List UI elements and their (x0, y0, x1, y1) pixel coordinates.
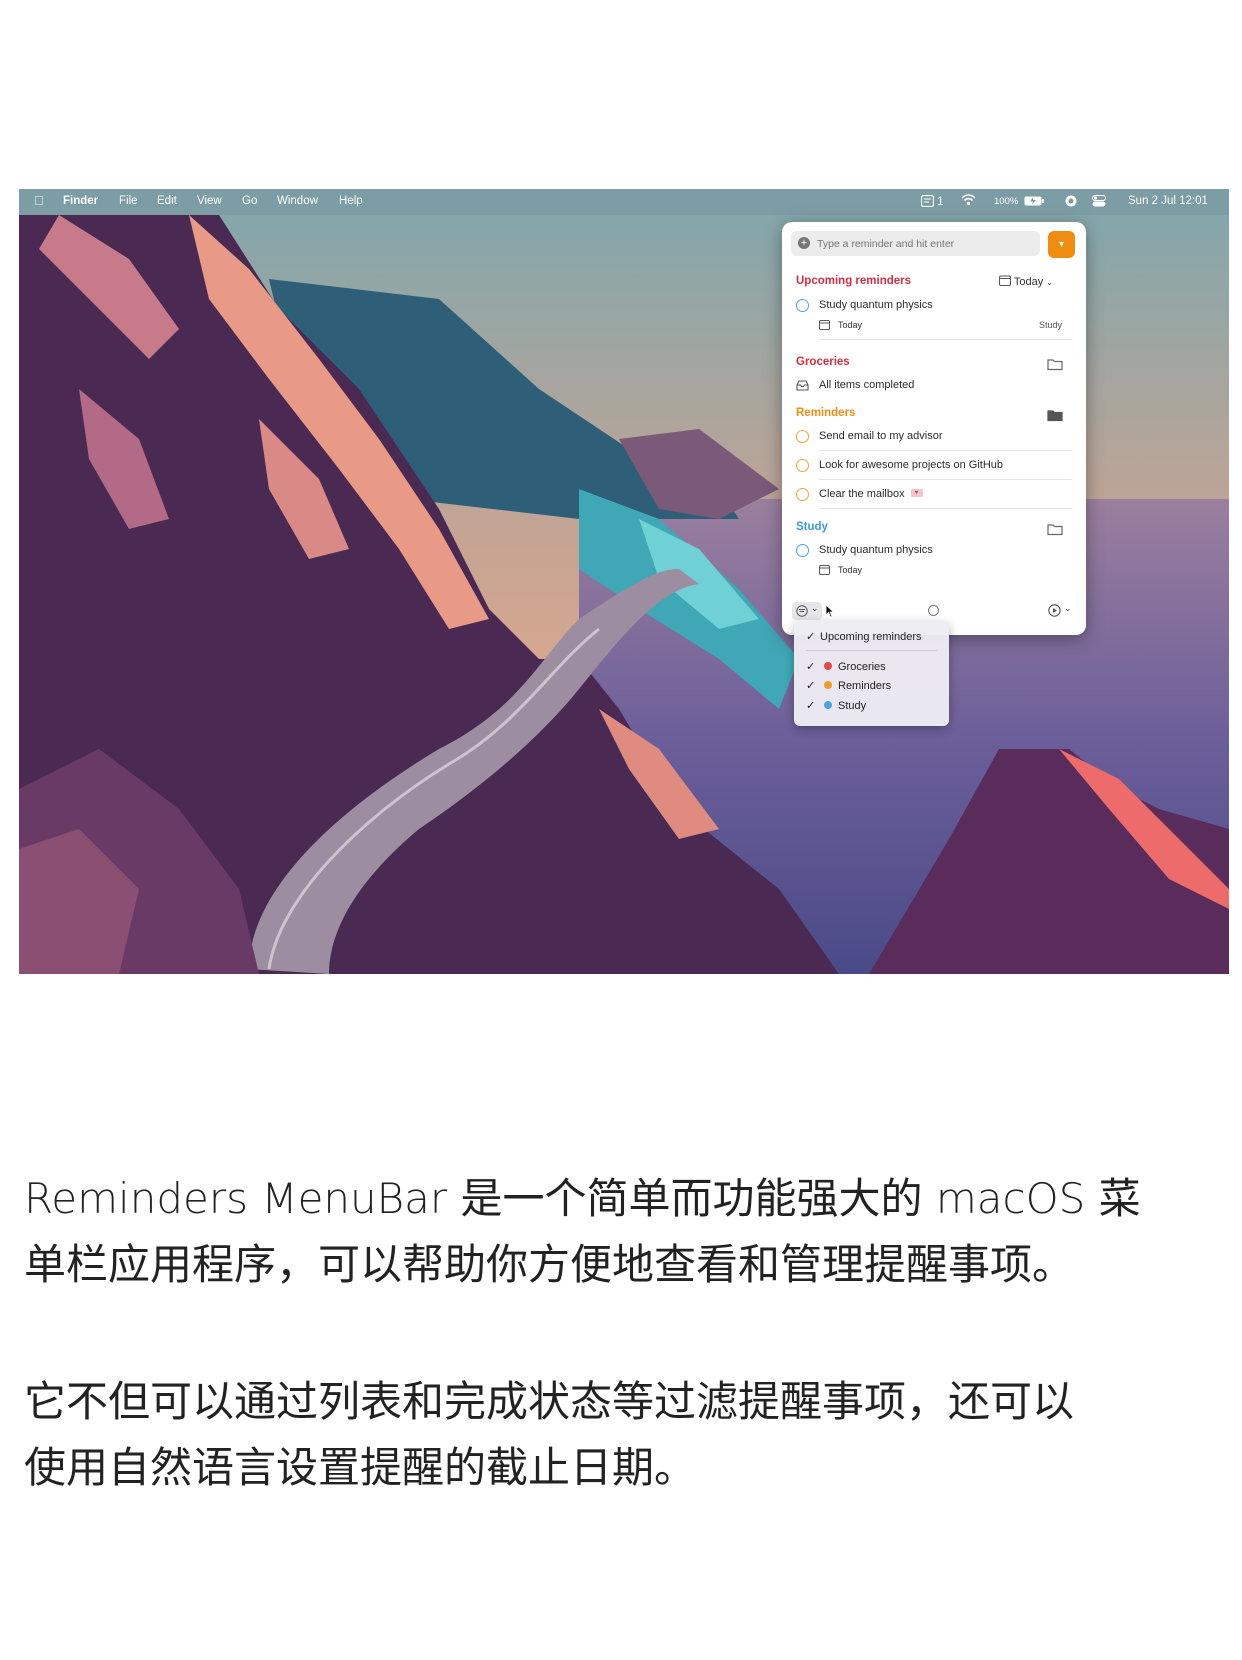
reminders-menubar-item[interactable]: 1 (920, 194, 944, 208)
reminders-color-dot (824, 681, 832, 689)
menu-edit[interactable]: Edit (157, 195, 177, 207)
reminders-section-title: Reminders (796, 407, 856, 419)
folder-icon[interactable] (1047, 357, 1063, 371)
menu-bar:  Finder File Edit View Go Window Help 1… (19, 189, 1229, 215)
menu-go[interactable]: Go (242, 195, 257, 207)
divider (819, 450, 1072, 451)
divider (819, 479, 1072, 480)
filter-option-upcoming[interactable]: ✓ Upcoming reminders (806, 630, 921, 643)
menu-window[interactable]: Window (277, 195, 318, 207)
checkmark-icon: ✓ (806, 680, 816, 692)
apple-icon[interactable]:  (34, 193, 44, 208)
reminder-title[interactable]: Send email to my advisor (819, 430, 943, 442)
love-letter-icon: ♥ (910, 489, 923, 497)
reminder-title-text: Clear the mailbox (819, 488, 905, 500)
folder-icon[interactable] (1047, 522, 1063, 536)
reminders-list-icon (920, 194, 935, 208)
divider (806, 650, 937, 651)
study-color-dot (824, 701, 832, 709)
menu-help[interactable]: Help (339, 195, 363, 207)
divider (819, 508, 1072, 509)
calendar-icon (819, 565, 830, 575)
caption-line: 单栏应用程序，可以帮助你方便地查看和管理提醒事项。 (24, 1240, 1075, 1289)
filter-option-label: Groceries (838, 661, 886, 673)
caption-paragraph-2: 它不但可以通过列表和完成状态等过滤提醒事项，还可以 使用自然语言设置提醒的截止日… (24, 1369, 1224, 1501)
reminder-checkbox[interactable] (796, 544, 809, 557)
status-indicator (928, 605, 939, 616)
groceries-section-title: Groceries (796, 356, 850, 368)
upcoming-filter-dropdown[interactable]: Today ⌄ (999, 275, 1053, 288)
filter-option-study[interactable]: ✓ Study (806, 699, 866, 712)
filter-option-reminders[interactable]: ✓ Reminders (806, 679, 891, 692)
folder-filled-icon[interactable] (1047, 408, 1063, 422)
battery-icon[interactable] (1024, 196, 1044, 209)
checkmark-icon: ✓ (806, 700, 816, 712)
screenshot:  Finder File Edit View Go Window Help 1… (19, 189, 1229, 974)
upcoming-section-title: Upcoming reminders (796, 275, 912, 287)
filter-option-label: Upcoming reminders (820, 631, 922, 643)
reminder-title[interactable]: Study quantum physics (819, 544, 933, 556)
caption-paragraph-1: Reminders MenuBar 是一个简单而功能强大的 macOS 菜 单栏… (24, 1166, 1224, 1298)
battery-percent: 100% (994, 196, 1019, 207)
menu-app-finder[interactable]: Finder (63, 195, 98, 207)
caption-line: 它不但可以通过列表和完成状态等过滤提醒事项，还可以 (24, 1377, 1075, 1426)
new-reminder-input[interactable] (817, 234, 1032, 253)
groceries-status: All items completed (819, 379, 915, 391)
chevron-down-icon: ⌄ (811, 603, 819, 613)
checkmark-icon: ✓ (806, 661, 816, 673)
filter-option-label: Reminders (838, 680, 892, 692)
reminder-title[interactable]: Look for awesome projects on GitHub (819, 459, 1003, 471)
reminder-checkbox[interactable] (796, 459, 809, 472)
pointer-cursor-icon (825, 604, 835, 618)
calendar-icon (819, 320, 830, 330)
reminder-due-date: Today (838, 565, 863, 575)
clock[interactable]: Sun 2 Jul 12:01 (1128, 195, 1208, 207)
caption-line: Reminders MenuBar 是一个简单而功能强大的 macOS 菜 (24, 1174, 1141, 1223)
reminder-checkbox[interactable] (796, 430, 809, 443)
filter-option-label: Study (838, 700, 867, 712)
settings-icon (1048, 604, 1061, 617)
plus-icon: + (798, 237, 810, 249)
reminder-list-tag: Study (1038, 320, 1062, 330)
settings-menu-button[interactable]: ⌄ (1048, 603, 1076, 619)
new-reminder-field[interactable]: + (791, 231, 1040, 256)
menu-file[interactable]: File (119, 195, 138, 207)
wifi-icon[interactable] (961, 194, 976, 209)
filter-option-groceries[interactable]: ✓ Groceries (806, 660, 886, 673)
reminder-title[interactable]: Clear the mailbox ♥ (819, 488, 923, 500)
record-icon[interactable] (1065, 195, 1077, 210)
study-section-title: Study (796, 521, 828, 533)
control-center-icon[interactable] (1092, 195, 1106, 210)
checkmark-icon: ✓ (806, 631, 816, 643)
chevron-down-icon: ▾ (1058, 239, 1065, 250)
tray-icon (796, 380, 809, 391)
chevron-down-icon: ⌄ (1064, 603, 1072, 613)
divider (819, 339, 1072, 340)
filter-button[interactable]: ⌄ (792, 602, 822, 620)
list-picker-button[interactable]: ▾ (1048, 231, 1075, 258)
reminder-count: 1 (937, 196, 944, 208)
reminder-checkbox[interactable] (796, 488, 809, 501)
chevron-down-icon: ⌄ (1046, 278, 1053, 287)
calendar-icon (999, 275, 1011, 286)
upcoming-filter-label: Today (1013, 276, 1044, 288)
groceries-color-dot (824, 662, 832, 670)
reminder-title[interactable]: Study quantum physics (819, 299, 933, 311)
caption-line: 使用自然语言设置提醒的截止日期。 (24, 1443, 697, 1492)
menu-view[interactable]: View (197, 195, 222, 207)
filter-icon (796, 605, 808, 617)
reminder-due-date: Today (838, 320, 863, 330)
filter-dropdown-menu: ✓ Upcoming reminders ✓ Groceries ✓ Reminder… (794, 621, 949, 726)
reminders-popover: + ▾ Upcoming reminders Today ⌄ Study qua… (782, 222, 1086, 635)
reminder-checkbox[interactable] (796, 299, 809, 312)
